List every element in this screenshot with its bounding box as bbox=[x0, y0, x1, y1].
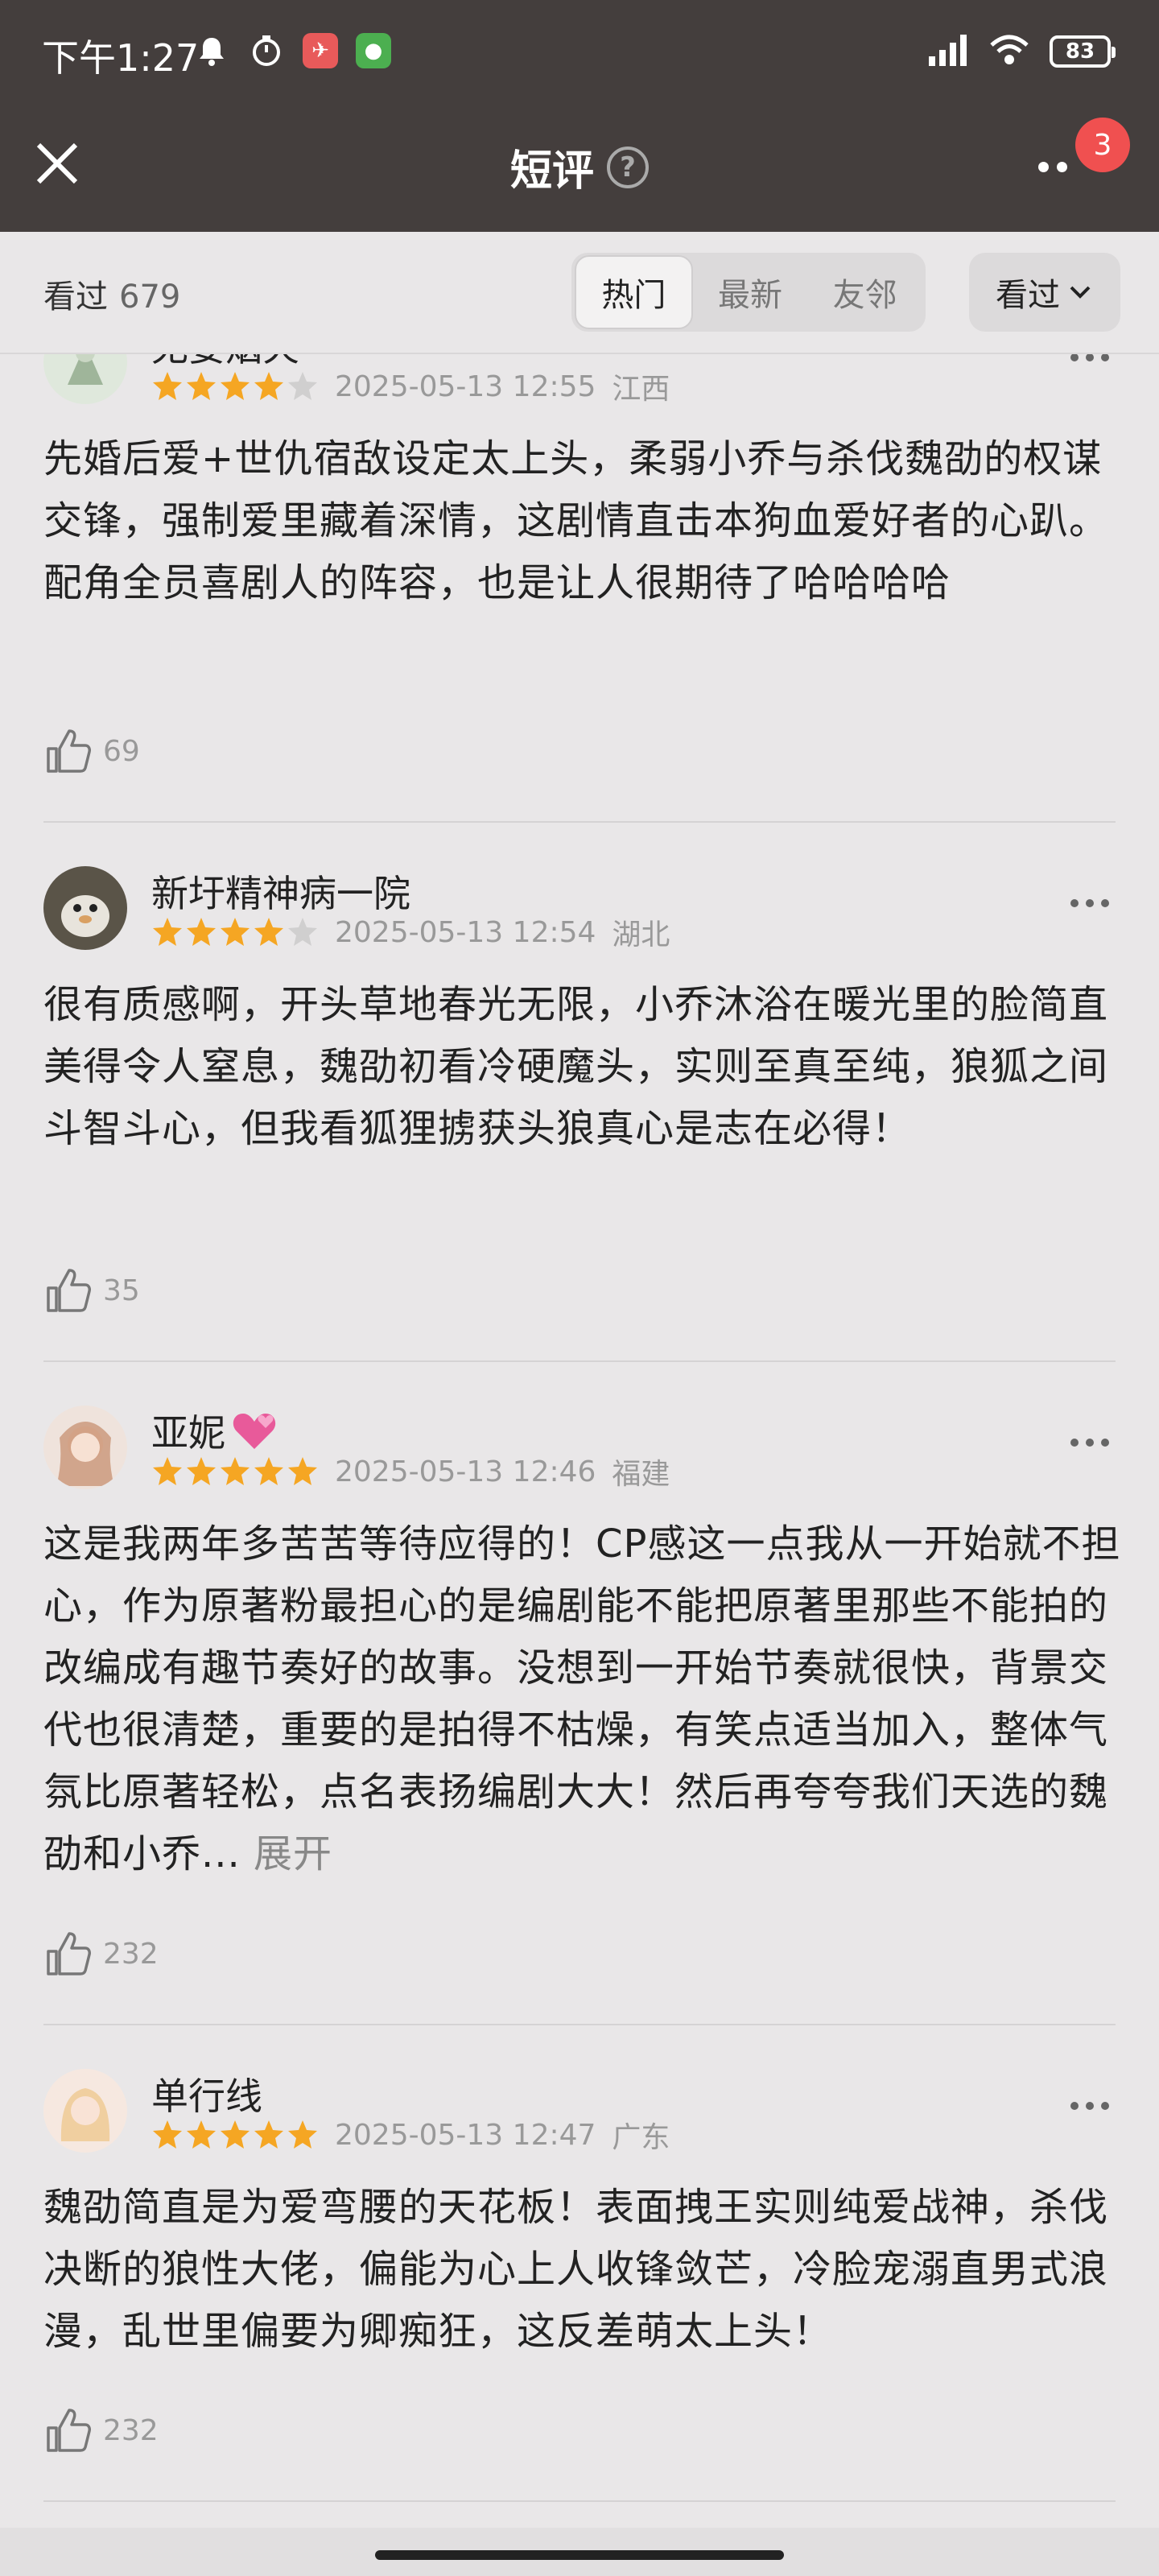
status-time: 下午1:27 bbox=[42, 36, 200, 80]
tab-hot[interactable]: 热门 bbox=[575, 255, 693, 329]
tab-friends[interactable]: 友邻 bbox=[807, 255, 922, 329]
star-filled-icon bbox=[254, 918, 283, 946]
seen-count-number: 679 bbox=[119, 279, 181, 316]
review-date: 2025-05-13 12:54 bbox=[335, 915, 596, 949]
seen-filter-label: 看过 bbox=[996, 277, 1060, 314]
like-count: 232 bbox=[103, 2413, 159, 2447]
review-text: 魏劭简直是为爱弯腰的天花板！表面拽王实则纯爱战神，杀伐决断的狼性大佬，偏能为心上… bbox=[43, 2185, 1109, 2354]
star-filled-icon bbox=[153, 372, 182, 400]
seen-count-label: 看过 bbox=[43, 279, 108, 316]
battery-indicator: 83 bbox=[1050, 35, 1116, 68]
top-header: 下午1:27 ✈ ● 83 短评 ? 3 bbox=[0, 0, 1159, 232]
review-text: 很有质感啊，开头草地春光无限，小乔沐浴在暖光里的脸简直美得令人窒息，魏劭初看冷硬… bbox=[43, 982, 1109, 1151]
home-indicator[interactable] bbox=[375, 2550, 784, 2560]
star-filled-icon bbox=[221, 918, 250, 946]
like-button[interactable]: 232 bbox=[43, 2405, 159, 2455]
thumbs-up-icon bbox=[47, 1269, 91, 1312]
like-button[interactable]: 69 bbox=[43, 726, 140, 776]
filter-bar: 看过 679 热门 最新 友邻 看过 bbox=[0, 232, 1159, 354]
chevron-down-icon bbox=[1070, 286, 1091, 299]
status-icons-right: 83 bbox=[927, 32, 1116, 71]
star-filled-icon bbox=[153, 2120, 182, 2149]
dot-icon bbox=[1057, 161, 1067, 172]
reviewer-name[interactable]: 单行线 bbox=[151, 2067, 262, 2120]
star-filled-icon bbox=[221, 1457, 250, 1485]
rating-stars bbox=[151, 916, 319, 948]
review-location: 湖北 bbox=[612, 919, 670, 952]
nav-title-group: 短评 ? bbox=[0, 137, 1159, 197]
alarm-icon bbox=[193, 32, 230, 69]
divider bbox=[43, 2500, 1116, 2502]
star-filled-icon bbox=[288, 1457, 317, 1485]
thumbs-up-icon bbox=[47, 1932, 91, 1975]
star-filled-icon bbox=[254, 372, 283, 400]
like-button[interactable]: 232 bbox=[43, 1929, 159, 1979]
like-count: 35 bbox=[103, 1274, 140, 1307]
notification-badge[interactable]: 3 bbox=[1075, 118, 1130, 172]
star-filled-icon bbox=[153, 918, 182, 946]
divider bbox=[43, 2024, 1116, 2025]
seen-filter-dropdown[interactable]: 看过 bbox=[969, 253, 1120, 332]
rating-stars bbox=[151, 2119, 319, 2151]
review-more-button[interactable] bbox=[1070, 2098, 1116, 2114]
thumbs-up-icon bbox=[47, 729, 91, 773]
review-text: 这是我两年多苦苦等待应得的！CP感这一点我从一开始就不担心，作为原著粉最担心的是… bbox=[43, 1521, 1121, 1876]
star-filled-icon bbox=[254, 2120, 283, 2149]
review-meta: 2025-05-13 12:47 广东 bbox=[151, 2114, 670, 2156]
divider bbox=[43, 1360, 1116, 1362]
star-filled-icon bbox=[153, 1457, 182, 1485]
reviewer-name[interactable]: 亚妮 bbox=[151, 1404, 278, 1457]
star-filled-icon bbox=[187, 2120, 216, 2149]
gesture-bar-area bbox=[0, 2528, 1159, 2576]
review-meta: 2025-05-13 12:46 福建 bbox=[151, 1451, 670, 1492]
review-location: 福建 bbox=[612, 1458, 670, 1491]
seen-count: 看过 679 bbox=[43, 270, 180, 317]
dot-icon bbox=[1038, 161, 1049, 172]
tab-latest[interactable]: 最新 bbox=[693, 255, 808, 329]
page-title: 短评 bbox=[509, 147, 594, 196]
app-notification-red-icon: ✈ bbox=[303, 33, 338, 68]
star-empty-icon bbox=[288, 918, 317, 946]
nav-bar: 短评 ? 3 bbox=[0, 105, 1159, 232]
signal-icon bbox=[927, 32, 969, 71]
status-icons-left: ✈ ● bbox=[193, 32, 391, 69]
thumbs-up-icon bbox=[47, 2409, 91, 2452]
rating-stars bbox=[151, 370, 319, 402]
like-count: 232 bbox=[103, 1937, 159, 1971]
review-location: 江西 bbox=[612, 373, 670, 406]
timer-icon bbox=[248, 32, 285, 69]
wifi-icon bbox=[988, 32, 1030, 71]
star-filled-icon bbox=[187, 918, 216, 946]
star-empty-icon bbox=[288, 372, 317, 400]
expand-link[interactable]: 展开 bbox=[254, 1831, 332, 1876]
avatar[interactable] bbox=[43, 1406, 127, 1489]
review-text: 先婚后爱+世仇宿敌设定太上头，柔弱小乔与杀伐魏劭的权谋交锋，强制爱里藏着深情，这… bbox=[43, 436, 1109, 605]
like-button[interactable]: 35 bbox=[43, 1265, 140, 1315]
star-filled-icon bbox=[221, 372, 250, 400]
review-more-button[interactable] bbox=[1070, 895, 1116, 911]
star-filled-icon bbox=[288, 2120, 317, 2149]
star-filled-icon bbox=[221, 2120, 250, 2149]
status-bar: 下午1:27 ✈ ● 83 bbox=[0, 0, 1159, 105]
review-date: 2025-05-13 12:47 bbox=[335, 2118, 596, 2152]
review-date: 2025-05-13 12:55 bbox=[335, 369, 596, 403]
app-notification-green-icon: ● bbox=[356, 33, 391, 68]
two-hearts-icon bbox=[233, 1414, 276, 1449]
avatar[interactable] bbox=[43, 866, 127, 950]
review-meta: 2025-05-13 12:54 湖北 bbox=[151, 911, 670, 953]
avatar[interactable] bbox=[43, 2069, 127, 2153]
review-date: 2025-05-13 12:46 bbox=[335, 1455, 596, 1488]
star-filled-icon bbox=[187, 1457, 216, 1485]
review-location: 广东 bbox=[612, 2121, 670, 2154]
rating-stars bbox=[151, 1455, 319, 1488]
star-filled-icon bbox=[187, 372, 216, 400]
star-filled-icon bbox=[254, 1457, 283, 1485]
reviewer-name[interactable]: 新圩精神病一院 bbox=[151, 865, 410, 918]
sort-tabs: 热门 最新 友邻 bbox=[571, 253, 926, 332]
divider bbox=[43, 821, 1116, 823]
review-meta: 2025-05-13 12:55 江西 bbox=[151, 365, 670, 407]
like-count: 69 bbox=[103, 734, 140, 768]
help-icon[interactable]: ? bbox=[607, 146, 649, 188]
review-more-button[interactable] bbox=[1070, 1435, 1116, 1451]
